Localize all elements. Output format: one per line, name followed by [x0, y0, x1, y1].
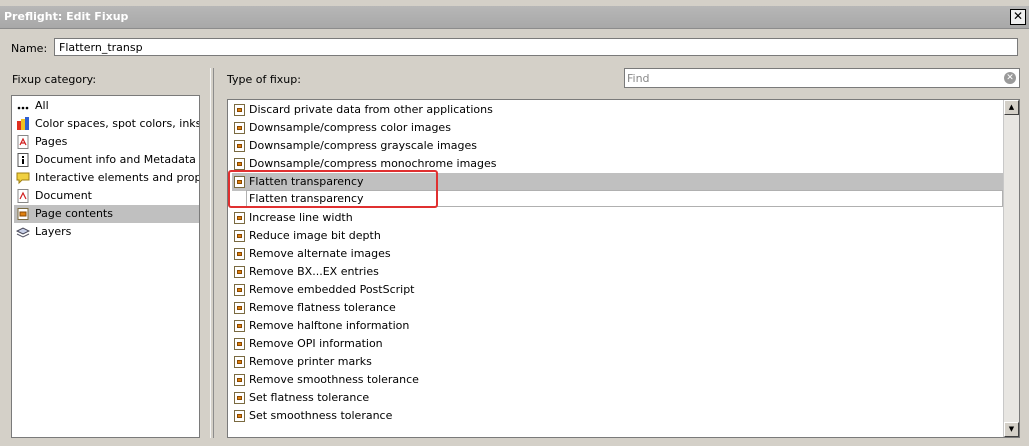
- fixup-icon: [234, 122, 245, 134]
- category-item-pages[interactable]: Pages: [14, 133, 199, 151]
- fixup-item-selected[interactable]: Flatten transparency: [232, 173, 1004, 191]
- fixup-icon: [234, 320, 245, 332]
- category-item-page-contents[interactable]: Page contents: [14, 205, 199, 223]
- dots-icon: [16, 99, 30, 113]
- fixup-icon: [234, 248, 245, 260]
- type-of-fixup-list[interactable]: Discard private data from other applicat…: [227, 99, 1020, 438]
- fixup-label: Set smoothness tolerance: [249, 409, 393, 422]
- fixup-icon: [234, 284, 245, 296]
- fixup-label: Downsample/compress color images: [249, 121, 451, 134]
- info-icon: [16, 153, 30, 167]
- scroll-down-icon[interactable]: ▼: [1004, 422, 1019, 437]
- fixup-item[interactable]: Remove BX...EX entries: [232, 263, 1004, 281]
- fixup-item[interactable]: Remove embedded PostScript: [232, 281, 1004, 299]
- close-icon[interactable]: ✕: [1010, 9, 1026, 25]
- pdf-page-icon: [16, 135, 30, 149]
- category-item-layers[interactable]: Layers: [14, 223, 199, 241]
- fixup-category-label: Fixup category:: [12, 73, 97, 86]
- category-label: All: [35, 99, 49, 112]
- comment-icon: [16, 171, 30, 185]
- fixup-item[interactable]: Downsample/compress color images: [232, 119, 1004, 137]
- fixup-label: Downsample/compress monochrome images: [249, 157, 497, 170]
- category-label: Document info and Metadata: [35, 153, 196, 166]
- fixup-icon: [234, 356, 245, 368]
- panel-splitter[interactable]: [210, 68, 214, 438]
- fixup-item[interactable]: Increase line width: [232, 209, 1004, 227]
- category-label: Page contents: [35, 207, 113, 220]
- fixup-icon: [234, 392, 245, 404]
- category-label: Interactive elements and properties: [35, 171, 199, 184]
- category-item-color-spaces[interactable]: Color spaces, spot colors, inks: [14, 115, 199, 133]
- category-item-interactive[interactable]: Interactive elements and properties: [14, 169, 199, 187]
- vertical-scrollbar[interactable]: ▲ ▼: [1003, 100, 1019, 437]
- fixup-item[interactable]: Downsample/compress grayscale images: [232, 137, 1004, 155]
- name-input[interactable]: [54, 38, 1018, 56]
- fixup-label: Downsample/compress grayscale images: [249, 139, 477, 152]
- fixup-icon: [234, 338, 245, 350]
- fixup-label: Remove BX...EX entries: [249, 265, 379, 278]
- fixup-label: Remove smoothness tolerance: [249, 373, 419, 386]
- name-label: Name:: [11, 42, 48, 55]
- category-label: Layers: [35, 225, 72, 238]
- scroll-up-icon[interactable]: ▲: [1004, 100, 1019, 115]
- fixup-icon: [234, 158, 245, 170]
- fixup-icon: [234, 104, 245, 116]
- fixup-icon: [234, 140, 245, 152]
- page-contents-icon: [16, 207, 30, 221]
- fixup-item[interactable]: Remove halftone information: [232, 317, 1004, 335]
- fixup-label: Set flatness tolerance: [249, 391, 370, 404]
- fixup-icon: [234, 176, 245, 188]
- fixup-label: Remove printer marks: [249, 355, 372, 368]
- fixup-item[interactable]: Remove alternate images: [232, 245, 1004, 263]
- tooltip-text: Flatten transparency: [249, 192, 364, 205]
- fixup-label: Reduce image bit depth: [249, 229, 381, 242]
- fixup-label: Flatten transparency: [249, 175, 364, 188]
- fixup-label: Remove OPI information: [249, 337, 383, 350]
- category-label: Document: [35, 189, 92, 202]
- fixup-label: Remove halftone information: [249, 319, 410, 332]
- window-title: Preflight: Edit Fixup: [4, 10, 129, 23]
- fixup-item[interactable]: Remove smoothness tolerance: [232, 371, 1004, 389]
- fixup-item[interactable]: Remove printer marks: [232, 353, 1004, 371]
- find-input[interactable]: Find ✕: [624, 68, 1020, 88]
- category-label: Pages: [35, 135, 68, 148]
- fixup-item[interactable]: Downsample/compress monochrome images: [232, 155, 1004, 173]
- fixup-icon: [234, 302, 245, 314]
- fixup-item[interactable]: Discard private data from other applicat…: [232, 101, 1004, 119]
- fixup-label: Remove flatness tolerance: [249, 301, 396, 314]
- color-icon: [16, 117, 30, 131]
- find-placeholder: Find: [627, 72, 650, 85]
- fixup-item[interactable]: Set smoothness tolerance: [232, 407, 1004, 425]
- category-label: Color spaces, spot colors, inks: [35, 117, 199, 130]
- fixup-label: Increase line width: [249, 211, 353, 224]
- type-of-fixup-label: Type of fixup:: [227, 73, 301, 86]
- layers-icon: [15, 225, 31, 239]
- fixup-label: Discard private data from other applicat…: [249, 103, 493, 116]
- fixup-icon: [234, 374, 245, 386]
- fixup-label: Remove alternate images: [249, 247, 391, 260]
- category-item-document-info[interactable]: Document info and Metadata: [14, 151, 199, 169]
- fixup-icon: [234, 266, 245, 278]
- fixup-icon: [234, 410, 245, 422]
- category-item-document[interactable]: Document: [14, 187, 199, 205]
- clear-search-icon[interactable]: ✕: [1004, 72, 1016, 84]
- fixup-item[interactable]: Remove OPI information: [232, 335, 1004, 353]
- fixup-item[interactable]: Remove flatness tolerance: [232, 299, 1004, 317]
- fixup-item[interactable]: Set flatness tolerance: [232, 389, 1004, 407]
- fixup-icon: [234, 230, 245, 242]
- fixup-category-list[interactable]: All Color spaces, spot colors, inks Page…: [11, 95, 200, 438]
- fixup-item[interactable]: Reduce image bit depth: [232, 227, 1004, 245]
- fixup-icon: [234, 212, 245, 224]
- title-bar: Preflight: Edit Fixup ✕: [0, 6, 1029, 29]
- pdf-document-icon: [16, 189, 30, 203]
- category-item-all[interactable]: All: [14, 97, 199, 115]
- fixup-label: Remove embedded PostScript: [249, 283, 415, 296]
- tooltip: Flatten transparency: [246, 190, 1003, 207]
